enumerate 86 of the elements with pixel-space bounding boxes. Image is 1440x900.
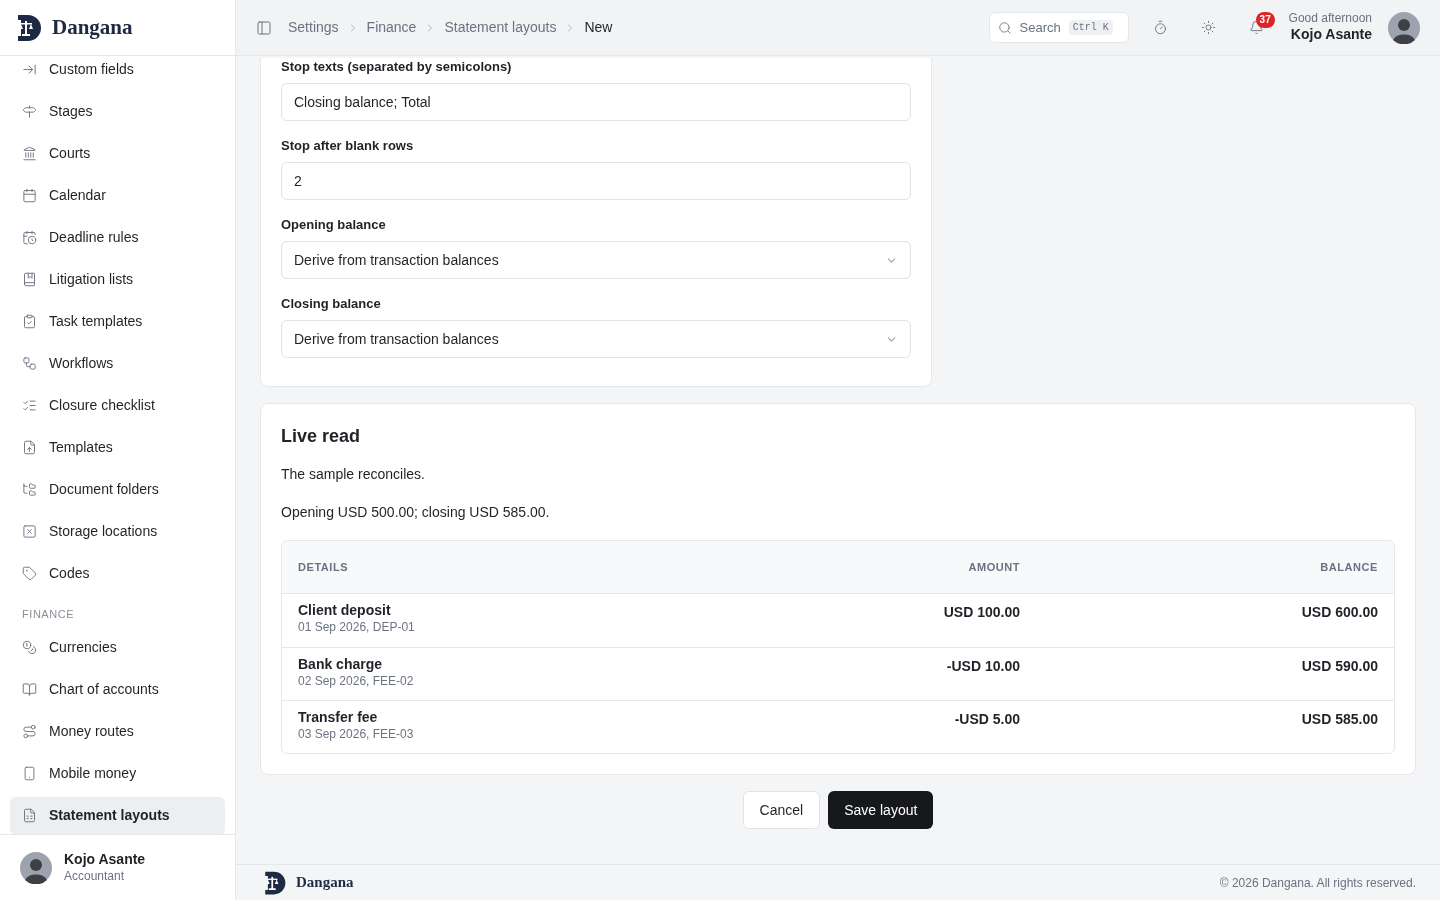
sidebar-toggle-icon[interactable]: [256, 19, 272, 36]
field-label: Opening balance: [281, 216, 387, 234]
search-icon: [997, 20, 1012, 35]
clipboard-icon: [22, 313, 37, 329]
balance-cell-text: USD 590.00: [1301, 657, 1378, 676]
row-meta: 03 Sep 2026, FEE-03: [298, 726, 415, 742]
row-title: Transfer fee: [298, 709, 379, 727]
sidebar-item[interactable]: Codes: [10, 554, 225, 592]
save-button[interactable]: Save layout: [828, 791, 934, 829]
breadcrumb[interactable]: Statement layouts: [444, 17, 557, 38]
sidebar-item[interactable]: Litigation lists: [10, 260, 225, 298]
profile-role: Accountant: [64, 868, 126, 884]
greeting: Good afternoon: [1288, 11, 1372, 27]
notifications-button[interactable]: 37: [1240, 11, 1273, 44]
row-title: Client deposit: [298, 602, 392, 620]
cancel-button[interactable]: Cancel: [742, 791, 821, 829]
route-icon: [22, 724, 37, 739]
field-label: Closing balance: [281, 295, 382, 313]
profile-name: Kojo Asante: [64, 851, 146, 869]
text-field[interactable]: Closing balance; Total: [281, 83, 911, 121]
field-label: Stop texts (separated by semicolons): [281, 58, 513, 76]
sidebar-item[interactable]: Task templates: [10, 302, 225, 340]
sidebar-item[interactable]: Chart of accounts: [10, 670, 225, 709]
field-label: Stop after blank rows: [281, 137, 415, 155]
coins-icon: [22, 640, 37, 655]
row-meta: 01 Sep 2026, DEP-01: [298, 619, 416, 635]
section-heading: FINANCE: [21, 607, 76, 622]
sidebar-item[interactable]: Workflows: [10, 344, 225, 382]
sidebar-item[interactable]: Courts: [10, 134, 225, 172]
row-title: Bank charge: [298, 656, 384, 674]
search-field[interactable]: Search Ctrl K: [988, 12, 1129, 43]
sidebar-item[interactable]: Document folders: [10, 470, 225, 508]
select-field[interactable]: Derive from transaction balances: [281, 320, 911, 358]
amount-cell-text: USD 100.00: [943, 603, 1020, 622]
amount-cell-text: -USD 5.00: [954, 710, 1020, 729]
sidebar-item[interactable]: Money routes: [10, 712, 225, 751]
folder-tree-icon: [22, 481, 37, 497]
sidebar-item[interactable]: Closure checklist: [10, 386, 225, 424]
sidebar-item[interactable]: Custom fields: [10, 50, 225, 88]
user-name: Kojo Asante: [1290, 26, 1372, 44]
column-header: DETAILS: [298, 559, 350, 575]
text-field[interactable]: 2: [281, 162, 911, 200]
sidebar-item[interactable]: Currencies: [10, 628, 225, 667]
signpost-icon: [22, 103, 37, 119]
calendar-clock-icon: [22, 229, 37, 245]
notification-count: 37: [1255, 11, 1275, 28]
sidebar-item[interactable]: Deadline rules: [10, 218, 225, 256]
shortcut-key: Ctrl K: [1068, 20, 1113, 35]
breadcrumb[interactable]: New: [584, 17, 613, 38]
book-icon: [22, 271, 37, 287]
breadcrumb[interactable]: Finance: [366, 17, 417, 38]
search-placeholder: Search: [1019, 18, 1061, 37]
copyright: © 2026 Dangana. All rights reserved.: [1219, 874, 1416, 892]
box-x-icon: [22, 523, 37, 539]
building-icon: [22, 145, 37, 161]
open-book-icon: [22, 682, 37, 697]
row-meta: 02 Sep 2026, FEE-02: [298, 673, 415, 689]
result-message: The sample reconciles.: [281, 465, 426, 484]
column-header: BALANCE: [1320, 559, 1378, 575]
card-title: Live read: [281, 425, 362, 448]
avatar: [1388, 11, 1420, 44]
workflow-icon: [22, 355, 37, 371]
select-field[interactable]: Derive from transaction balances: [281, 241, 911, 279]
breadcrumb[interactable]: Settings: [288, 17, 339, 38]
balance-cell-text: USD 585.00: [1301, 710, 1378, 729]
result-message: Opening USD 500.00; closing USD 585.00.: [281, 503, 551, 522]
checklist-icon: [22, 397, 37, 413]
column-header: AMOUNT: [968, 559, 1020, 575]
brand-name: Dangana: [52, 13, 133, 41]
file-icon: [22, 439, 37, 455]
tag-icon: [22, 565, 37, 581]
sidebar-item[interactable]: Storage locations: [10, 512, 225, 550]
stopwatch-icon: [1153, 20, 1169, 35]
sidebar-item[interactable]: Templates: [10, 428, 225, 466]
amount-cell-text: -USD 10.00: [946, 657, 1020, 676]
sidebar-item[interactable]: Calendar: [10, 176, 225, 214]
footer-brand: Dangana: [296, 873, 354, 893]
sun-icon: [1201, 20, 1217, 35]
sidebar-item[interactable]: Mobile money: [10, 754, 225, 793]
sidebar-item[interactable]: Stages: [10, 92, 225, 130]
calendar-icon: [22, 187, 37, 203]
sidebar-item[interactable]: Statement layouts: [10, 796, 225, 834]
spreadsheet-icon: [22, 808, 37, 823]
avatar: [20, 851, 52, 884]
phone-icon: [22, 766, 37, 781]
balance-cell-text: USD 600.00: [1301, 603, 1378, 622]
